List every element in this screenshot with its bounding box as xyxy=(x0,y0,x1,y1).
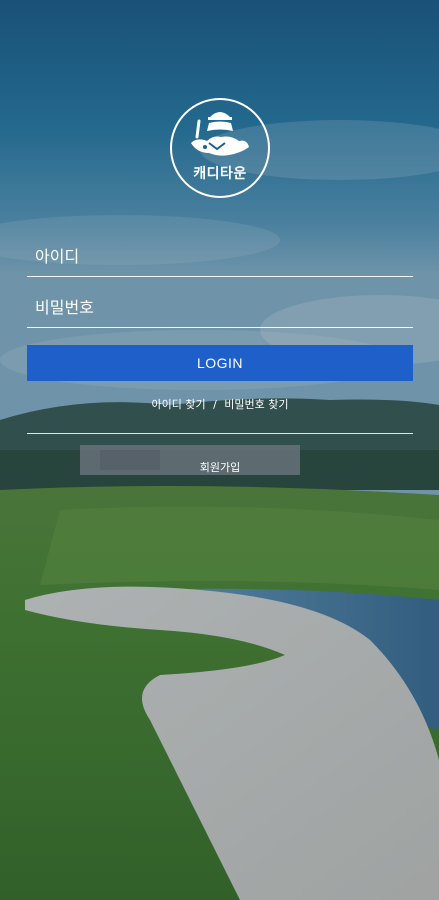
password-input[interactable] xyxy=(27,287,413,327)
find-account-links: 아이디 찾기 / 비밀번호 찾기 xyxy=(27,396,413,412)
signup-link[interactable]: 회원가입 xyxy=(27,459,413,475)
id-field-container xyxy=(27,236,413,277)
divider xyxy=(27,433,413,434)
caddie-logo xyxy=(169,97,271,199)
find-id-link[interactable]: 아이디 찾기 xyxy=(151,398,205,411)
brand-name: 캐디타운 xyxy=(193,166,247,182)
id-input[interactable] xyxy=(27,236,413,276)
caddie-logo-icon xyxy=(170,98,270,198)
password-field-container xyxy=(27,287,413,328)
link-separator: / xyxy=(213,398,217,411)
find-password-link[interactable]: 비밀번호 찾기 xyxy=(224,398,288,411)
login-button[interactable]: LOGIN xyxy=(27,345,413,381)
